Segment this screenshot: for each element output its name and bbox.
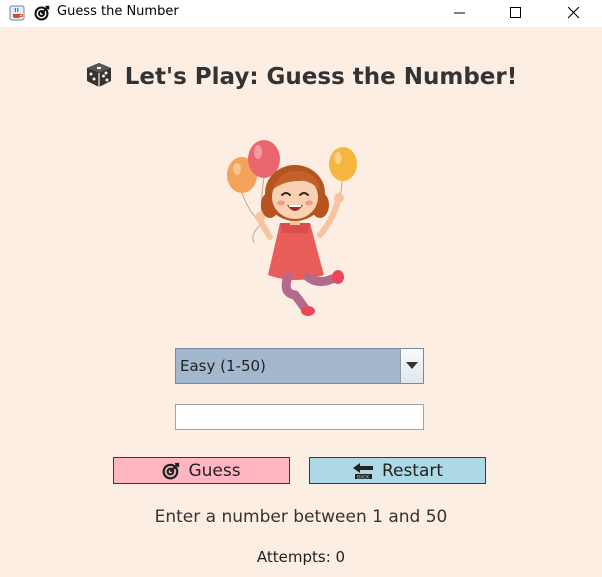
maximize-button[interactable] [493,0,539,27]
minimize-icon [454,12,465,14]
restart-button[interactable]: BACK Restart [309,457,486,484]
dropdown-button[interactable] [400,349,423,383]
close-icon [568,7,580,19]
girl-with-balloons-illustration [220,135,370,320]
difficulty-select-value: Easy (1-50) [180,357,266,375]
chevron-down-icon [406,362,418,369]
close-button[interactable] [551,0,597,27]
app-window: Guess the Number Let's Play: Guess the N… [0,0,602,577]
minimize-button[interactable] [437,0,483,27]
title-bar: Guess the Number [0,0,602,27]
maximize-icon [510,7,521,18]
guess-button[interactable]: Guess [113,457,290,484]
guess-input[interactable] [175,404,424,430]
page-title-text: Let's Play: Guess the Number! [124,64,518,90]
java-cup-icon [9,5,25,21]
back-arrow-icon: BACK [352,462,373,480]
window-title: Guess the Number [57,4,179,19]
dice-icon [85,62,113,94]
target-icon [34,5,50,21]
difficulty-select[interactable]: Easy (1-50) [175,348,424,384]
restart-button-label: Restart [381,460,444,481]
target-icon [163,462,180,479]
attempts-counter: Attempts: 0 [256,548,346,566]
svg-text:BACK: BACK [357,474,370,480]
page-title: Let's Play: Guess the Number! [0,62,602,94]
guess-button-label: Guess [188,460,241,481]
hint-text: Enter a number between 1 and 50 [154,507,448,527]
